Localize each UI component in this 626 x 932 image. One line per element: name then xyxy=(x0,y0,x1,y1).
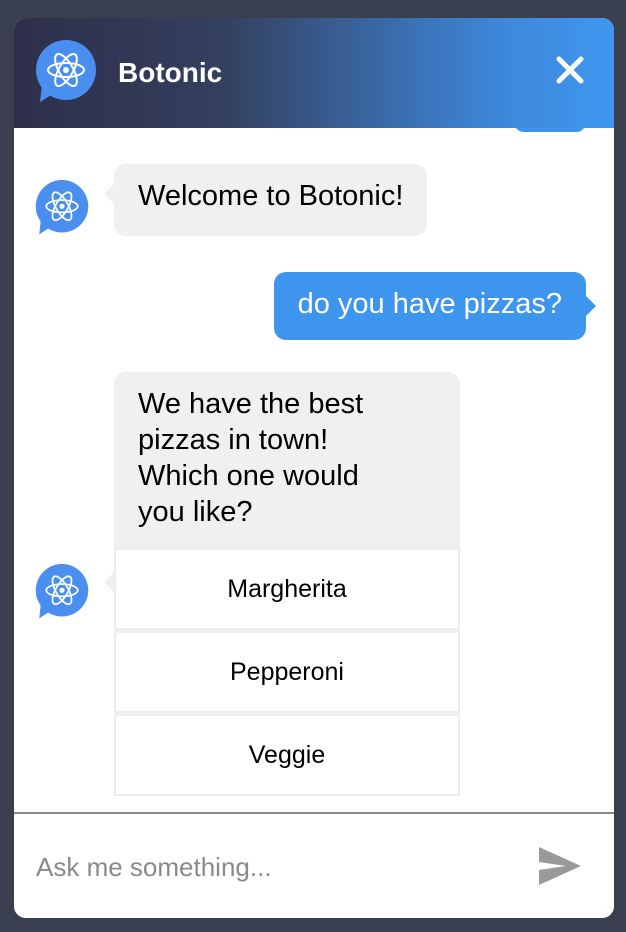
chat-widget: Botonic Welcome to Botonic! do you have … xyxy=(14,18,614,918)
bot-message-text: Welcome to Botonic! xyxy=(138,180,404,212)
user-message: do you have pizzas? xyxy=(273,272,596,340)
atom-chat-icon xyxy=(34,40,98,104)
composer xyxy=(14,812,614,918)
bot-avatar-icon xyxy=(34,180,90,236)
bot-message-pizza-options: We have the best pizzas in town! Which o… xyxy=(104,372,460,796)
chat-title: Botonic xyxy=(118,57,223,88)
chat-header: Botonic xyxy=(14,18,614,128)
bot-avatar-icon xyxy=(34,564,90,620)
send-icon[interactable] xyxy=(536,844,584,888)
option-button-margherita[interactable]: Margherita xyxy=(114,548,460,630)
close-icon[interactable] xyxy=(554,54,586,86)
bot-message-welcome: Welcome to Botonic! xyxy=(104,164,428,236)
option-button-pepperoni[interactable]: Pepperoni xyxy=(114,633,460,713)
message-list[interactable]: Welcome to Botonic! do you have pizzas? … xyxy=(14,128,614,812)
option-button-veggie[interactable]: Veggie xyxy=(114,716,460,796)
previous-user-bubble xyxy=(514,128,586,132)
user-message-text: do you have pizzas? xyxy=(297,288,562,320)
bot-message-text: We have the best pizzas in town! Which o… xyxy=(138,388,364,528)
message-input[interactable] xyxy=(34,844,518,890)
